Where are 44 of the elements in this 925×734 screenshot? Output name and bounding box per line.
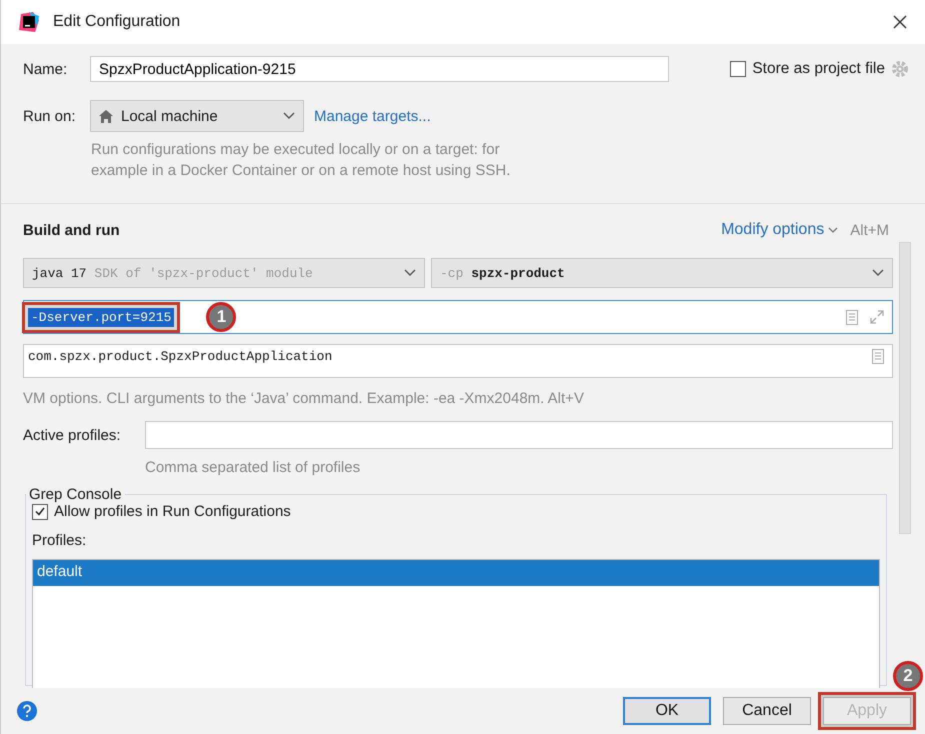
classpath-dropdown[interactable]: -cp spzx-product: [431, 258, 893, 288]
shortcut-hint: Alt+M: [850, 222, 889, 238]
callout-badge: 1: [206, 302, 236, 332]
chevron-down-icon: [404, 269, 416, 277]
chevron-down-icon: [872, 269, 884, 277]
checkbox-label: Store as project file: [752, 60, 885, 78]
close-icon[interactable]: [893, 15, 907, 29]
run-on-label: Run on:: [23, 108, 77, 124]
modify-options-link[interactable]: Modify options: [721, 221, 824, 239]
vm-options-field[interactable]: -Dserver.port=9215 1: [23, 300, 893, 334]
dialog-button[interactable]: OK: [623, 697, 711, 725]
dialog-button[interactable]: Cancel: [723, 697, 811, 725]
active-profiles-label: Active profiles:: [23, 426, 122, 444]
home-icon: [99, 110, 113, 122]
callout-badge: 2: [893, 661, 923, 691]
window-title: Edit Configuration: [53, 13, 182, 31]
vm-options-hint: VM options. CLI arguments to the ‘Java’ command. Example: -ea -Xmx2048m. Alt+V: [23, 390, 585, 407]
app-logo-icon: [19, 12, 39, 32]
main-class-field[interactable]: com.spzx.product.SpzxProductApplication: [23, 344, 893, 378]
run-on-dropdown[interactable]: Local machine: [90, 100, 304, 132]
checkbox-label: Allow profiles in Run Configurations: [54, 503, 291, 520]
document-icon[interactable]: [872, 349, 884, 364]
scrollbar[interactable]: [899, 242, 911, 534]
manage-targets-link[interactable]: Manage targets...: [314, 108, 431, 124]
panel-title: Grep Console: [28, 486, 123, 503]
chevron-down-icon: [828, 226, 838, 234]
vm-options-text: -Dserver.port=9215: [28, 308, 174, 326]
name-label: Name:: [23, 60, 68, 78]
jdk-dropdown[interactable]: java 17 SDK of 'spzx-product' module: [23, 258, 425, 288]
run-on-hint: Run configurations may be executed locally or on a target: for example in a Docker Container or on a remote host using SSH.: [91, 140, 512, 181]
profiles-label: Profiles:: [32, 532, 88, 549]
help-icon[interactable]: [17, 701, 37, 721]
profile-item[interactable]: default: [33, 560, 879, 586]
checkbox[interactable]: [32, 504, 48, 520]
chevron-down-icon: [283, 112, 295, 120]
checkbox[interactable]: [730, 61, 746, 77]
name-field[interactable]: SpzxProductApplication-9215: [90, 56, 669, 82]
document-icon[interactable]: [846, 310, 858, 324]
section-title: Build and run: [23, 222, 120, 238]
gear-icon[interactable]: [891, 60, 909, 78]
active-profiles-field[interactable]: [145, 421, 893, 449]
expand-icon[interactable]: [870, 310, 884, 324]
check-icon: [35, 507, 45, 516]
active-profiles-hint: Comma separated list of profiles: [145, 459, 362, 476]
